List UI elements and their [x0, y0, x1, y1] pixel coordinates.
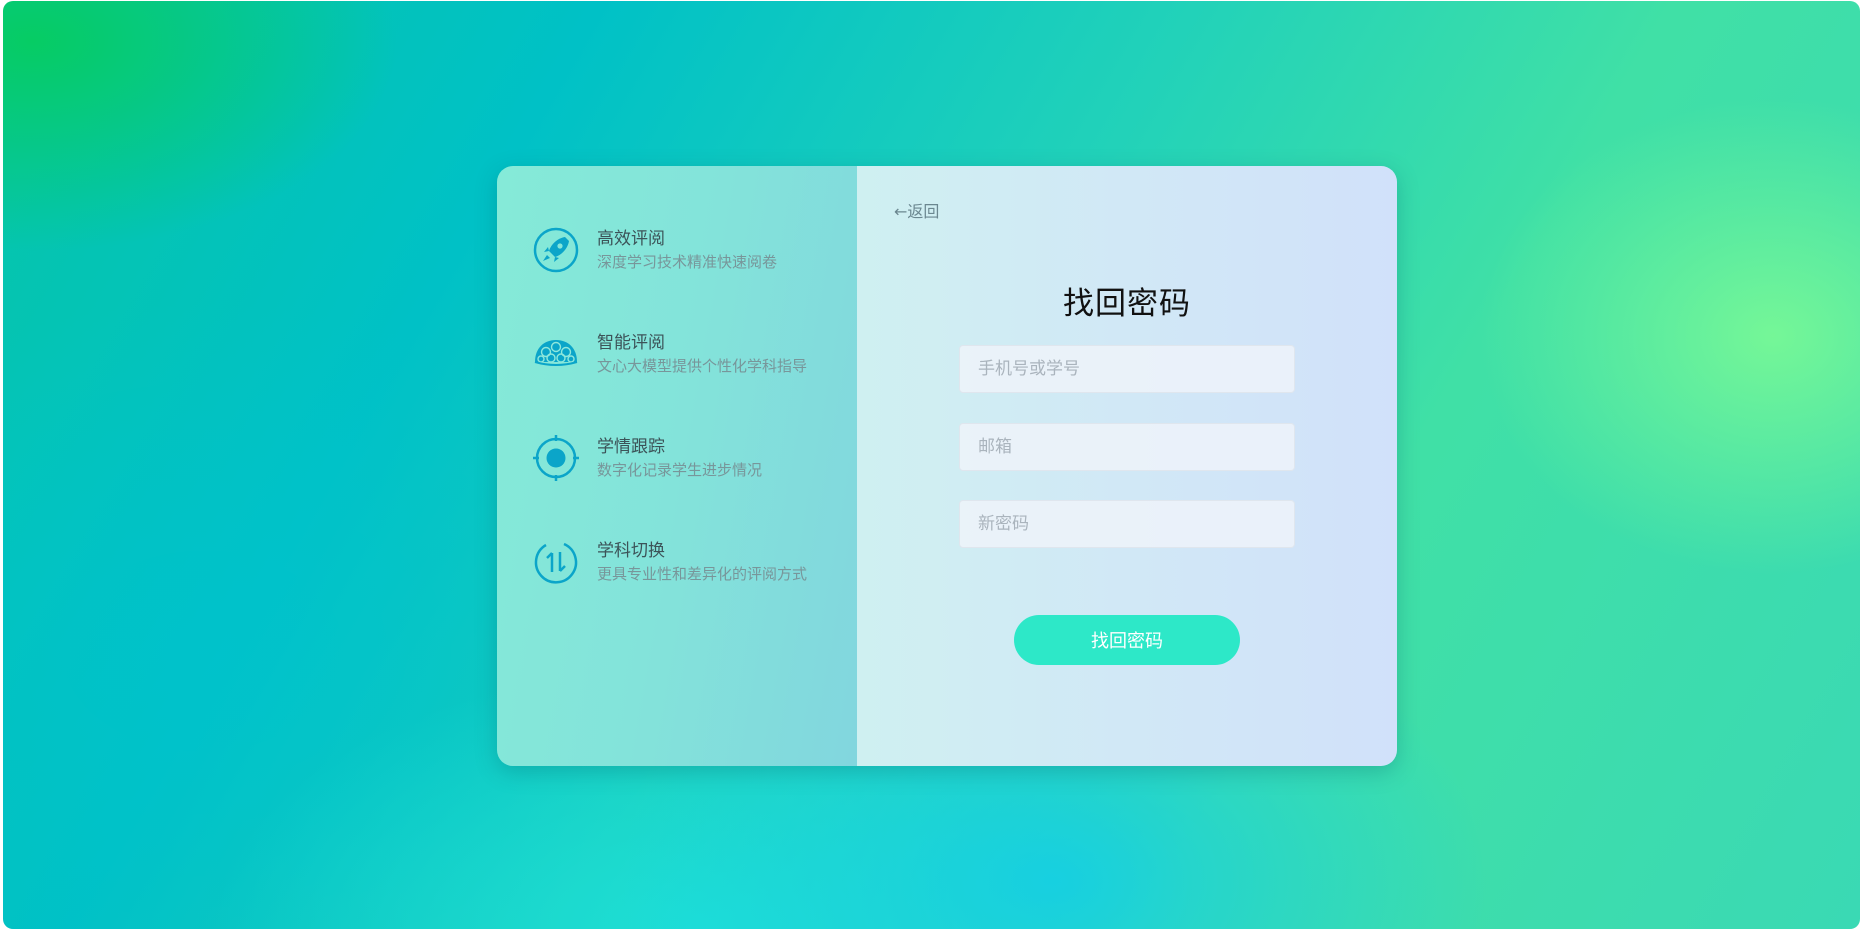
feature-description: 更具专业性和差异化的评阅方式	[597, 565, 808, 583]
recover-password-button[interactable]: 找回密码	[1014, 615, 1240, 665]
recover-form-panel: ←返回 找回密码 找回密码	[857, 166, 1397, 766]
feature-title: 高效评阅	[597, 229, 665, 249]
feature-subject-switch: 学科切换 更具专业性和差异化的评阅方式	[531, 534, 807, 590]
recover-password-card: 高效评阅 深度学习技术精准快速阅卷 智能评阅 文心大模型提供个性化学科指导 学情…	[497, 166, 1397, 766]
new-password-input[interactable]	[959, 500, 1295, 548]
feature-title: 学情跟踪	[597, 437, 665, 457]
feature-title: 智能评阅	[597, 333, 665, 353]
feature-description: 深度学习技术精准快速阅卷	[597, 253, 778, 271]
phone-or-student-id-input[interactable]	[959, 345, 1295, 393]
feature-description: 文心大模型提供个性化学科指导	[597, 357, 808, 375]
feature-description: 数字化记录学生进步情况	[597, 461, 763, 479]
rocket-icon	[531, 225, 581, 275]
feature-panel: 高效评阅 深度学习技术精准快速阅卷 智能评阅 文心大模型提供个性化学科指导 学情…	[497, 166, 857, 766]
page-title: 找回密码	[1063, 286, 1191, 322]
switch-icon	[531, 537, 581, 587]
feature-title: 学科切换	[597, 541, 665, 561]
feature-learning-tracking: 学情跟踪 数字化记录学生进步情况	[531, 430, 762, 486]
brain-icon	[531, 329, 581, 379]
page-background: 高效评阅 深度学习技术精准快速阅卷 智能评阅 文心大模型提供个性化学科指导 学情…	[3, 1, 1860, 929]
feature-efficient-grading: 高效评阅 深度学习技术精准快速阅卷	[531, 222, 777, 278]
email-input[interactable]	[959, 423, 1295, 471]
target-icon	[531, 433, 581, 483]
feature-smart-grading: 智能评阅 文心大模型提供个性化学科指导	[531, 326, 807, 382]
back-link[interactable]: ←返回	[894, 198, 939, 222]
